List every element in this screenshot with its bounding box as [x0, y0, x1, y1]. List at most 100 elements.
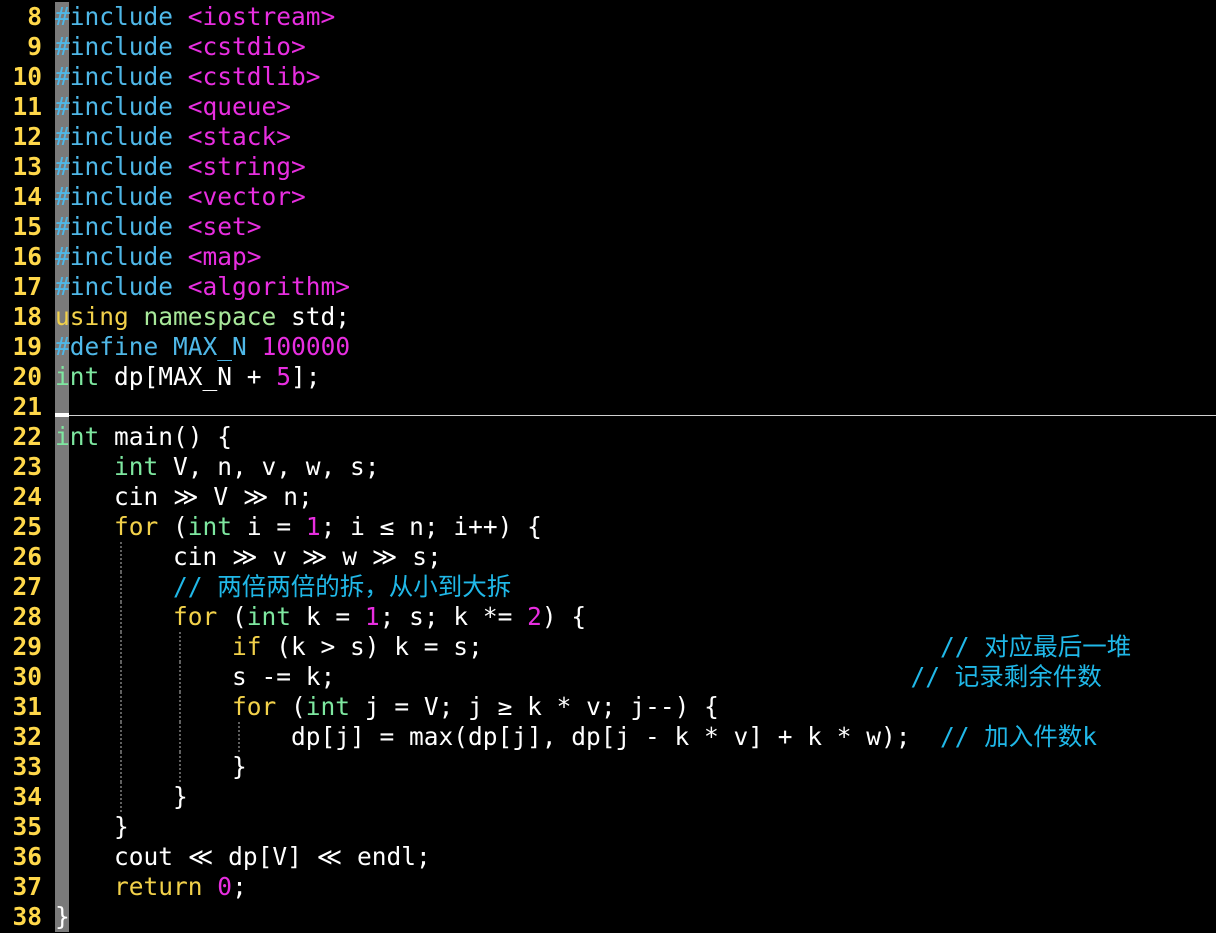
line-number: 19	[12, 332, 42, 361]
code-text[interactable]: }	[55, 902, 70, 932]
code-token: #include	[55, 62, 174, 91]
code-line[interactable]: 16 #include <map>	[0, 242, 1216, 272]
code-token: }	[55, 812, 129, 841]
code-line[interactable]: 38}	[0, 902, 1216, 932]
code-line[interactable]: 21	[0, 392, 1216, 422]
code-line[interactable]: 19 #define MAX_N 100000	[0, 332, 1216, 362]
code-token: return	[114, 872, 203, 901]
code-token: #include	[55, 242, 174, 271]
code-line[interactable]: 28 for (int k = 1; s; k *= 2) {	[0, 602, 1216, 632]
code-text[interactable]: #include <algorithm>	[55, 272, 350, 302]
code-line[interactable]: 17 #include <algorithm>	[0, 272, 1216, 302]
code-text[interactable]: using namespace std;	[55, 302, 350, 332]
code-line[interactable]: 32 dp[j] = max(dp[j], dp[j - k * v] + k …	[0, 722, 1216, 752]
code-token: ) {	[541, 602, 587, 631]
cursor-line-indicator	[55, 415, 1216, 416]
code-token: // 两倍两倍的拆，从小到大拆	[173, 572, 512, 601]
line-number: 22	[12, 422, 42, 451]
code-text[interactable]: s -= k; // 记录剩余件数	[55, 662, 1102, 692]
line-number: 13	[12, 152, 42, 181]
code-token: MAX_N	[173, 332, 247, 361]
code-text[interactable]: // 两倍两倍的拆，从小到大拆	[55, 572, 511, 602]
code-token: <iostream>	[187, 2, 336, 31]
code-line[interactable]: 14 #include <vector>	[0, 182, 1216, 212]
code-token: cin ≫ v ≫ w ≫ s;	[55, 542, 442, 571]
code-token: dp[MAX_N +	[99, 362, 277, 391]
code-line[interactable]: 31 for (int j = V; j ≥ k * v; j--) {	[0, 692, 1216, 722]
code-line[interactable]: 10 #include <cstdlib>	[0, 62, 1216, 92]
code-token: ];	[291, 362, 321, 391]
code-text[interactable]: int V, n, v, w, s;	[55, 452, 380, 482]
code-line[interactable]: 30 s -= k; // 记录剩余件数	[0, 662, 1216, 692]
code-text[interactable]: }	[55, 752, 247, 782]
code-line[interactable]: 33 }	[0, 752, 1216, 782]
code-line[interactable]: 25 for (int i = 1; i ≤ n; i++) {	[0, 512, 1216, 542]
line-number: 8	[27, 2, 42, 31]
code-text[interactable]: }	[55, 812, 129, 842]
code-text[interactable]: return 0;	[55, 872, 247, 902]
code-text[interactable]: cin ≫ v ≫ w ≫ s;	[55, 542, 442, 572]
code-token: 2	[527, 602, 542, 631]
code-token: #include	[55, 122, 174, 151]
code-token: #include	[55, 32, 174, 61]
code-line[interactable]: 23 int V, n, v, w, s;	[0, 452, 1216, 482]
code-line[interactable]: 27 // 两倍两倍的拆，从小到大拆	[0, 572, 1216, 602]
code-token: V, n, v, w, s;	[158, 452, 380, 481]
code-text[interactable]: int dp[MAX_N + 5];	[55, 362, 321, 392]
code-line[interactable]: 11 #include <queue>	[0, 92, 1216, 122]
code-line[interactable]: 15 #include <set>	[0, 212, 1216, 242]
line-number: 37	[12, 872, 42, 901]
code-token: #include	[55, 92, 174, 121]
code-text[interactable]: for (int k = 1; s; k *= 2) {	[55, 602, 586, 632]
code-token: (k > s) k = s;	[261, 632, 941, 661]
code-text[interactable]: }	[55, 782, 188, 812]
code-text[interactable]: #include <string>	[55, 152, 306, 182]
line-number: 16	[12, 242, 42, 271]
code-text[interactable]: #include <map>	[55, 242, 262, 272]
code-text[interactable]: for (int j = V; j ≥ k * v; j--) {	[55, 692, 719, 722]
code-line[interactable]: 26 cin ≫ v ≫ w ≫ s;	[0, 542, 1216, 572]
code-text[interactable]: cout ≪ dp[V] ≪ endl;	[55, 842, 431, 872]
code-line[interactable]: 20 int dp[MAX_N + 5];	[0, 362, 1216, 392]
line-number: 28	[12, 602, 42, 631]
code-line[interactable]: 13 #include <string>	[0, 152, 1216, 182]
code-text[interactable]: for (int i = 1; i ≤ n; i++) {	[55, 512, 542, 542]
code-line[interactable]: 36 cout ≪ dp[V] ≪ endl;	[0, 842, 1216, 872]
code-text[interactable]: #include <iostream>	[55, 2, 335, 32]
code-token: // 加入件数k	[940, 722, 1098, 751]
code-token: using	[55, 302, 129, 331]
code-line[interactable]: 37 return 0;	[0, 872, 1216, 902]
code-text[interactable]: #include <cstdlib>	[55, 62, 321, 92]
code-line[interactable]: 8 #include <iostream>	[0, 2, 1216, 32]
code-token: <cstdio>	[187, 32, 306, 61]
line-number: 21	[12, 392, 42, 421]
code-line[interactable]: 34 }	[0, 782, 1216, 812]
code-editor[interactable]: 8 #include <iostream> 9 #include <cstdio> 10…	[0, 2, 1216, 932]
code-line[interactable]: 24 cin ≫ V ≫ n;	[0, 482, 1216, 512]
code-text[interactable]: int main() {	[55, 422, 232, 452]
code-text[interactable]: #include <stack>	[55, 122, 291, 152]
code-token: main() {	[99, 422, 233, 451]
code-line[interactable]: 18 using namespace std;	[0, 302, 1216, 332]
code-text[interactable]: #include <set>	[55, 212, 262, 242]
code-token: cout ≪ dp[V] ≪ endl;	[55, 842, 431, 871]
code-text[interactable]: #include <cstdio>	[55, 32, 306, 62]
code-line[interactable]: 9 #include <cstdio>	[0, 32, 1216, 62]
code-text[interactable]: #include <queue>	[55, 92, 291, 122]
code-line[interactable]: 35 }	[0, 812, 1216, 842]
code-text[interactable]: #define MAX_N 100000	[55, 332, 350, 362]
code-token: 0	[217, 872, 233, 901]
code-text[interactable]: dp[j] = max(dp[j], dp[j - k * v] + k * w…	[55, 722, 1097, 752]
code-text[interactable]: cin ≫ V ≫ n;	[55, 482, 313, 512]
code-text[interactable]: if (k > s) k = s; // 对应最后一堆	[55, 632, 1131, 662]
code-line[interactable]: 22 int main() {	[0, 422, 1216, 452]
code-text[interactable]: #include <vector>	[55, 182, 306, 212]
code-line[interactable]: 29 if (k > s) k = s; // 对应最后一堆	[0, 632, 1216, 662]
code-line[interactable]: 12 #include <stack>	[0, 122, 1216, 152]
